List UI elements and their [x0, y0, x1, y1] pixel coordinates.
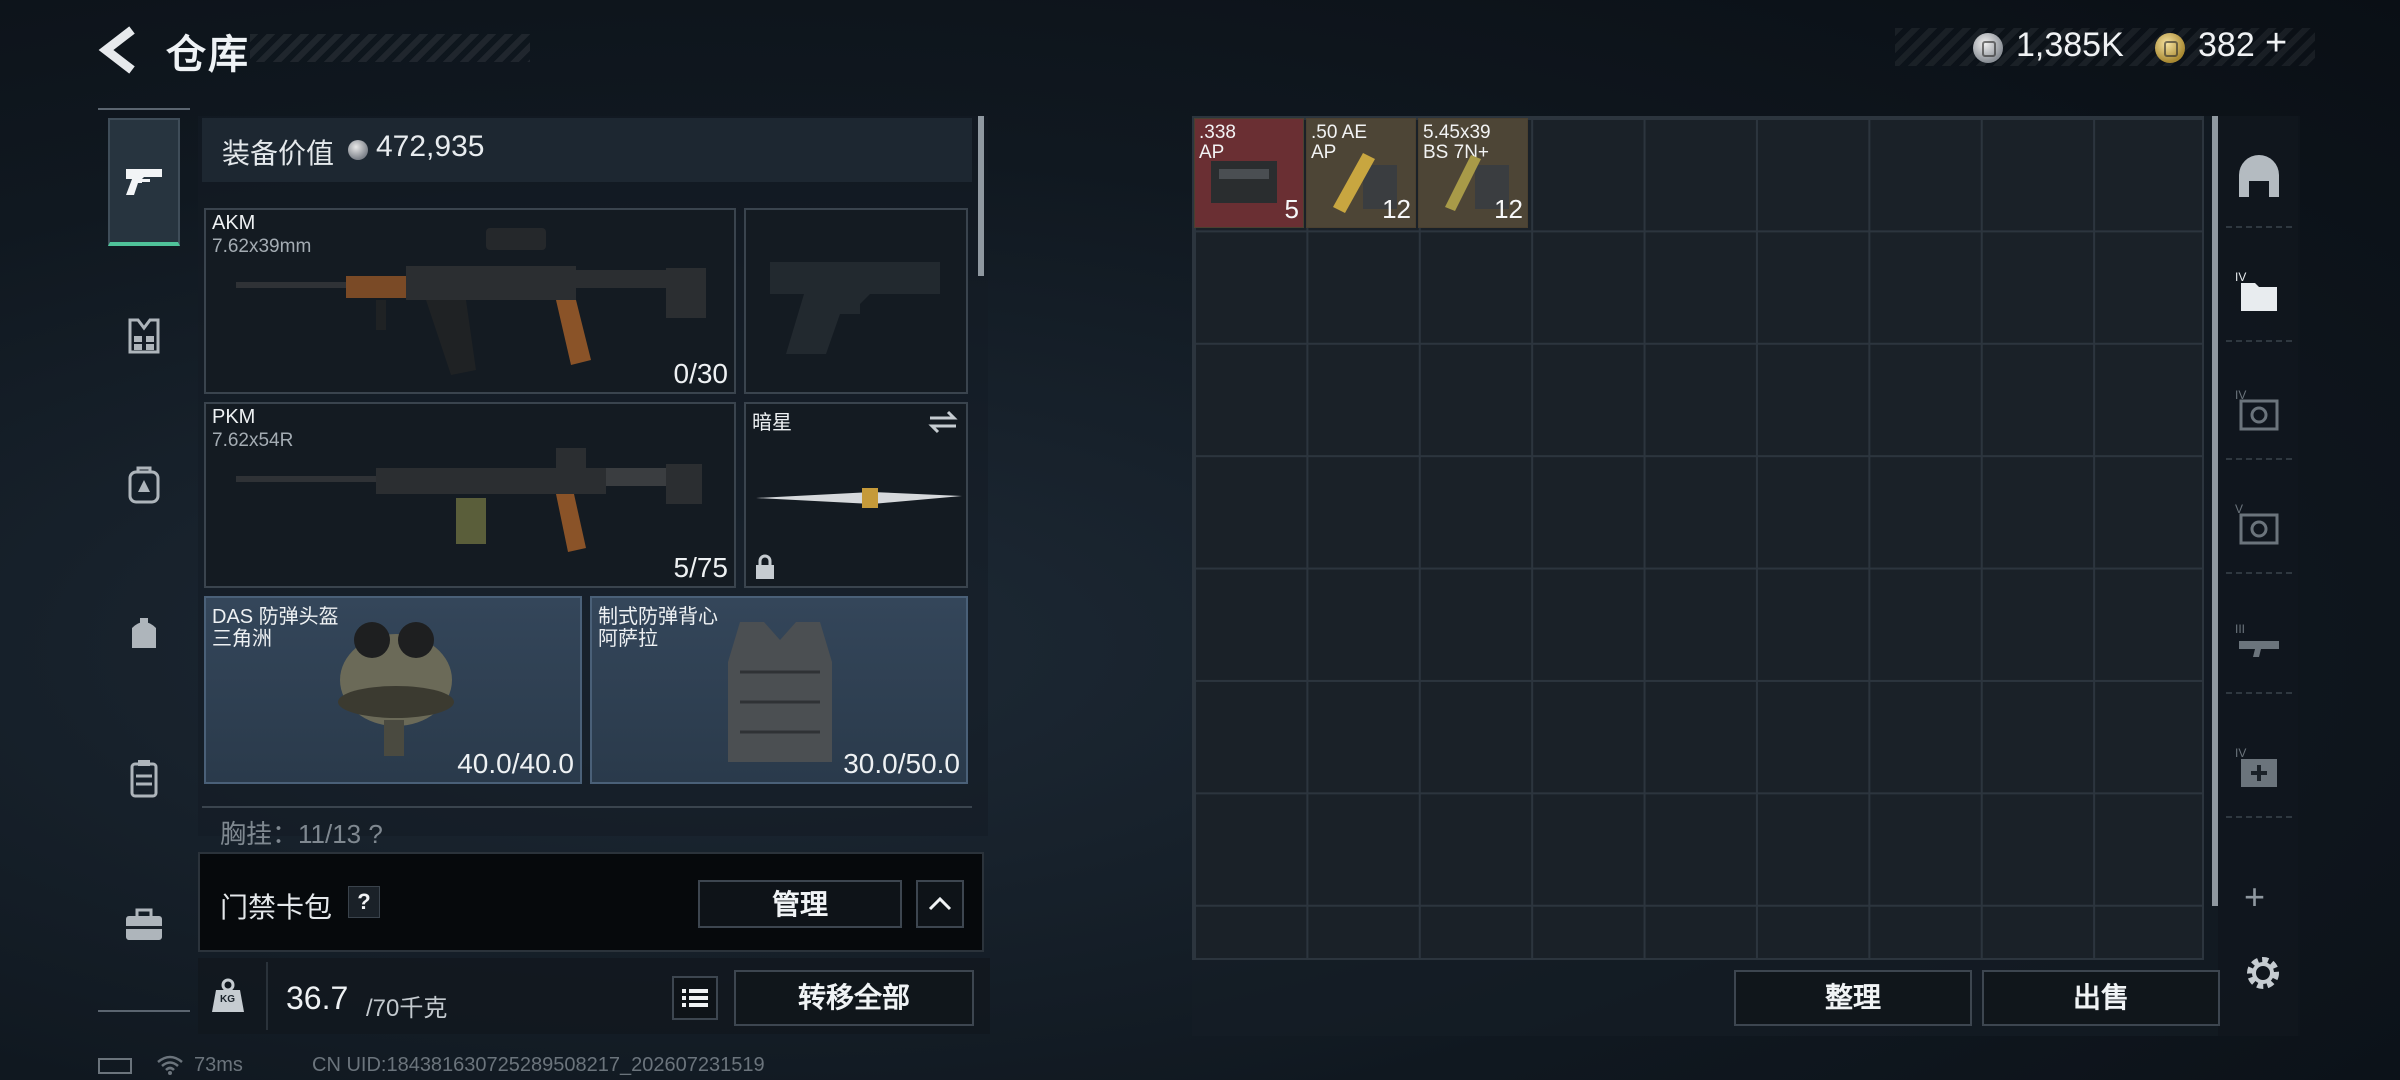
svg-text:V: V	[2235, 502, 2243, 516]
page-title: 仓库	[166, 33, 250, 77]
melee-slot[interactable]: 暗星	[744, 402, 968, 588]
ammo-quantity: 5	[1284, 194, 1299, 224]
silver-coin-icon	[1973, 33, 2003, 63]
svg-text:IV: IV	[2235, 270, 2246, 284]
list-view-button[interactable]	[672, 976, 718, 1020]
knife-icon	[756, 488, 962, 508]
back-arrow-icon	[98, 26, 135, 74]
battery-icon	[98, 1058, 132, 1074]
back-button[interactable]	[96, 22, 140, 78]
safe-icon: IV	[2235, 388, 2279, 431]
medkit-icon: IV	[2235, 746, 2277, 787]
wifi-icon	[157, 1055, 183, 1075]
safe-icon: V	[2235, 502, 2279, 545]
chest-rig-capacity: 胸挂：11/13 ?	[220, 819, 383, 849]
weapon-ammo-count: 5/75	[673, 552, 729, 583]
helmet-durability: 40.0/40.0	[457, 748, 574, 779]
helmet-faction: 三角洲	[212, 628, 272, 650]
akm-rifle-icon	[236, 228, 706, 375]
weight-icon-text: KG	[220, 994, 235, 1005]
backpack-icon	[128, 466, 160, 504]
ammo-caliber: .50 AE	[1311, 122, 1367, 143]
ammo-quantity: 12	[1494, 194, 1523, 224]
ammo-item-50ae[interactable]: .50 AE AP 12	[1306, 118, 1416, 228]
armor-faction: 阿萨拉	[598, 628, 658, 650]
svg-text:III: III	[2235, 622, 2245, 636]
loadout-scrollbar[interactable]	[978, 116, 984, 276]
ping-value: 73ms	[194, 1054, 243, 1076]
ammo-caliber: 5.45x39	[1423, 122, 1491, 143]
ammo-caliber: .338	[1199, 122, 1236, 143]
pouch-icon	[132, 618, 156, 648]
uid-text: CN UID:18438163072528950​8217_2026072315…	[312, 1054, 765, 1076]
side-tab-main-storage[interactable]	[2226, 132, 2292, 228]
chest-rig-icon	[128, 318, 160, 354]
armor-slot[interactable]: 制式防弹背心 阿萨拉 30.0/50.0	[590, 596, 968, 784]
collapse-button[interactable]	[916, 880, 964, 928]
weapon-rack-icon: III	[2235, 622, 2279, 657]
secondary-weapon-slot[interactable]: PKM 7.62x54R 5/75	[204, 402, 736, 588]
tab-backpack[interactable]	[108, 420, 180, 548]
side-tab-v-safe[interactable]: V	[2226, 478, 2292, 574]
settings-gear-icon[interactable]	[2240, 950, 2286, 996]
weight-current: 36.7	[286, 980, 349, 1016]
gold-coin-icon	[2155, 33, 2185, 63]
keycard-label: 门禁卡包	[220, 892, 333, 923]
title-stripe-decoration	[250, 34, 530, 62]
svg-text:IV: IV	[2235, 388, 2246, 402]
tab-chest-rig[interactable]	[108, 272, 180, 400]
help-icon[interactable]: ?	[348, 886, 380, 918]
add-currency-icon[interactable]: +	[2265, 22, 2287, 65]
helmet-icon	[338, 622, 454, 756]
tab-weapons[interactable]	[108, 118, 180, 246]
ammo-item-545x39[interactable]: 5.45x39 BS 7N+ 12	[1418, 118, 1528, 228]
sort-button[interactable]: 整理	[1734, 970, 1972, 1026]
weight-icon: KG	[210, 978, 246, 1014]
toolbox-icon	[126, 908, 162, 940]
case-icon	[130, 760, 158, 798]
side-tab-iv-medical[interactable]: IV	[2226, 722, 2292, 818]
side-tab-iv-files[interactable]: IV	[2226, 246, 2292, 342]
ammo-quantity: 12	[1382, 194, 1411, 224]
storage-grid[interactable]	[1192, 116, 2204, 960]
equipment-value-label: 装备价值	[222, 138, 335, 169]
ammo-box-icon	[1211, 161, 1277, 203]
weapon-ammo-count: 0/30	[673, 358, 729, 389]
weapon-name: PKM	[212, 406, 256, 428]
weight-max: /70千克	[366, 995, 448, 1022]
weight-divider	[266, 962, 268, 1030]
armor-durability: 30.0/50.0	[843, 748, 960, 779]
body-armor-icon	[728, 622, 832, 762]
primary-weapon-slot[interactable]: AKM 7.62x39mm 0/30	[204, 208, 736, 394]
pistol-icon	[126, 169, 162, 195]
swap-icon[interactable]	[926, 408, 960, 436]
pistol-placeholder-icon	[770, 262, 940, 354]
helmet-slot[interactable]: DAS 防弹头盔 三角洲 40.0/40.0	[204, 596, 582, 784]
svg-text:IV: IV	[2235, 746, 2246, 760]
chevron-up-icon	[928, 896, 952, 911]
tab-toolbox[interactable]	[108, 860, 180, 988]
sell-button[interactable]: 出售	[1982, 970, 2220, 1026]
silver-currency-value: 1,385K	[2016, 26, 2124, 64]
list-icon	[682, 989, 708, 1007]
manage-button[interactable]: 管理	[698, 880, 902, 928]
melee-name: 暗星	[752, 412, 792, 434]
folder-icon: IV	[2235, 270, 2277, 311]
transfer-all-button[interactable]: 转移全部	[734, 970, 974, 1026]
equipment-value: 472,935	[376, 130, 485, 163]
tab-pouch[interactable]	[108, 568, 180, 696]
arch-storage-icon	[2239, 155, 2279, 197]
add-storage-icon[interactable]: +	[2244, 876, 2265, 918]
tab-case[interactable]	[108, 714, 180, 842]
gold-currency-value: 382	[2198, 26, 2255, 64]
side-tab-iii-weapons[interactable]: III	[2226, 598, 2292, 694]
ammo-item-338[interactable]: .338 AP 5	[1194, 118, 1304, 228]
side-tab-iv-safe[interactable]: IV	[2226, 364, 2292, 460]
silver-coin-icon	[348, 140, 368, 160]
lock-icon	[756, 554, 774, 579]
pkm-machine-gun-icon	[236, 448, 702, 552]
sidearm-slot[interactable]	[744, 208, 968, 394]
